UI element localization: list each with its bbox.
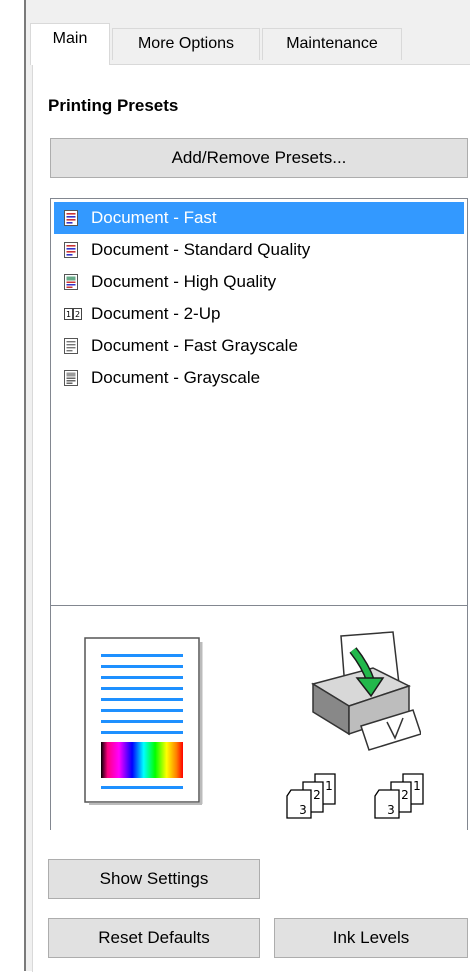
preset-item-document-standard-quality[interactable]: Document - Standard Quality [51,234,467,266]
collate-pages-icon: 1 2 3 [374,773,424,819]
grayscale-document-icon [64,370,78,386]
preset-item-document-grayscale[interactable]: Document - Grayscale [51,362,467,394]
svg-text:1: 1 [413,779,421,793]
presets-list: Document - Fast Document - Standard Qual… [51,199,467,394]
add-remove-presets-label: Add/Remove Presets... [171,148,347,167]
preset-item-document-fast-grayscale[interactable]: Document - Fast Grayscale [51,330,467,362]
svg-text:2: 2 [313,788,321,802]
svg-text:3: 3 [299,803,307,817]
preset-item-document-fast[interactable]: Document - Fast [54,202,464,234]
printing-presets-heading: Printing Presets [48,96,179,115]
preset-item-document-2-up[interactable]: 1 2 Document - 2-Up [51,298,467,330]
presets-listbox[interactable]: Document - Fast Document - Standard Qual… [50,198,468,830]
svg-text:2: 2 [75,310,80,319]
print-settings-panel: Main More Options Maintenance Printing P… [26,0,470,972]
preset-item-document-high-quality[interactable]: Document - High Quality [51,266,467,298]
color-document-icon [64,210,78,226]
add-remove-presets-button[interactable]: Add/Remove Presets... [50,138,468,178]
ink-levels-button[interactable]: Ink Levels [274,918,468,958]
tab-maintenance-label: Maintenance [286,35,378,52]
preset-item-label: Document - Fast Grayscale [91,336,298,355]
show-settings-button[interactable]: Show Settings [48,859,260,899]
print-preview-area: 1 2 3 1 2 3 [51,605,467,830]
printer-icon [311,631,421,751]
tab-more-options-label: More Options [137,35,235,52]
svg-text:1: 1 [66,310,71,319]
collate-pages-icon: 1 2 3 [286,773,336,819]
tab-strip: Main More Options Maintenance [26,0,470,66]
reset-defaults-label: Reset Defaults [98,928,210,947]
tab-main-label: Main [52,30,88,47]
grayscale-document-icon [64,338,78,354]
tab-main[interactable]: Main [30,23,110,65]
page-preview-icon [84,637,203,805]
show-settings-label: Show Settings [99,869,209,888]
color-document-icon [64,242,78,258]
preset-item-label: Document - 2-Up [91,304,221,323]
tab-maintenance[interactable]: Maintenance [262,28,402,60]
svg-text:2: 2 [401,788,409,802]
two-up-icon: 1 2 [64,308,82,320]
svg-text:3: 3 [387,803,395,817]
ink-levels-label: Ink Levels [332,928,410,947]
high-quality-document-icon [64,274,78,290]
svg-text:1: 1 [325,779,333,793]
tab-more-options[interactable]: More Options [112,28,260,60]
preset-item-label: Document - Standard Quality [91,240,311,259]
reset-defaults-button[interactable]: Reset Defaults [48,918,260,958]
preset-item-label: Document - Grayscale [91,368,261,387]
preset-item-label: Document - High Quality [91,272,277,291]
preset-item-label: Document - Fast [91,208,217,227]
